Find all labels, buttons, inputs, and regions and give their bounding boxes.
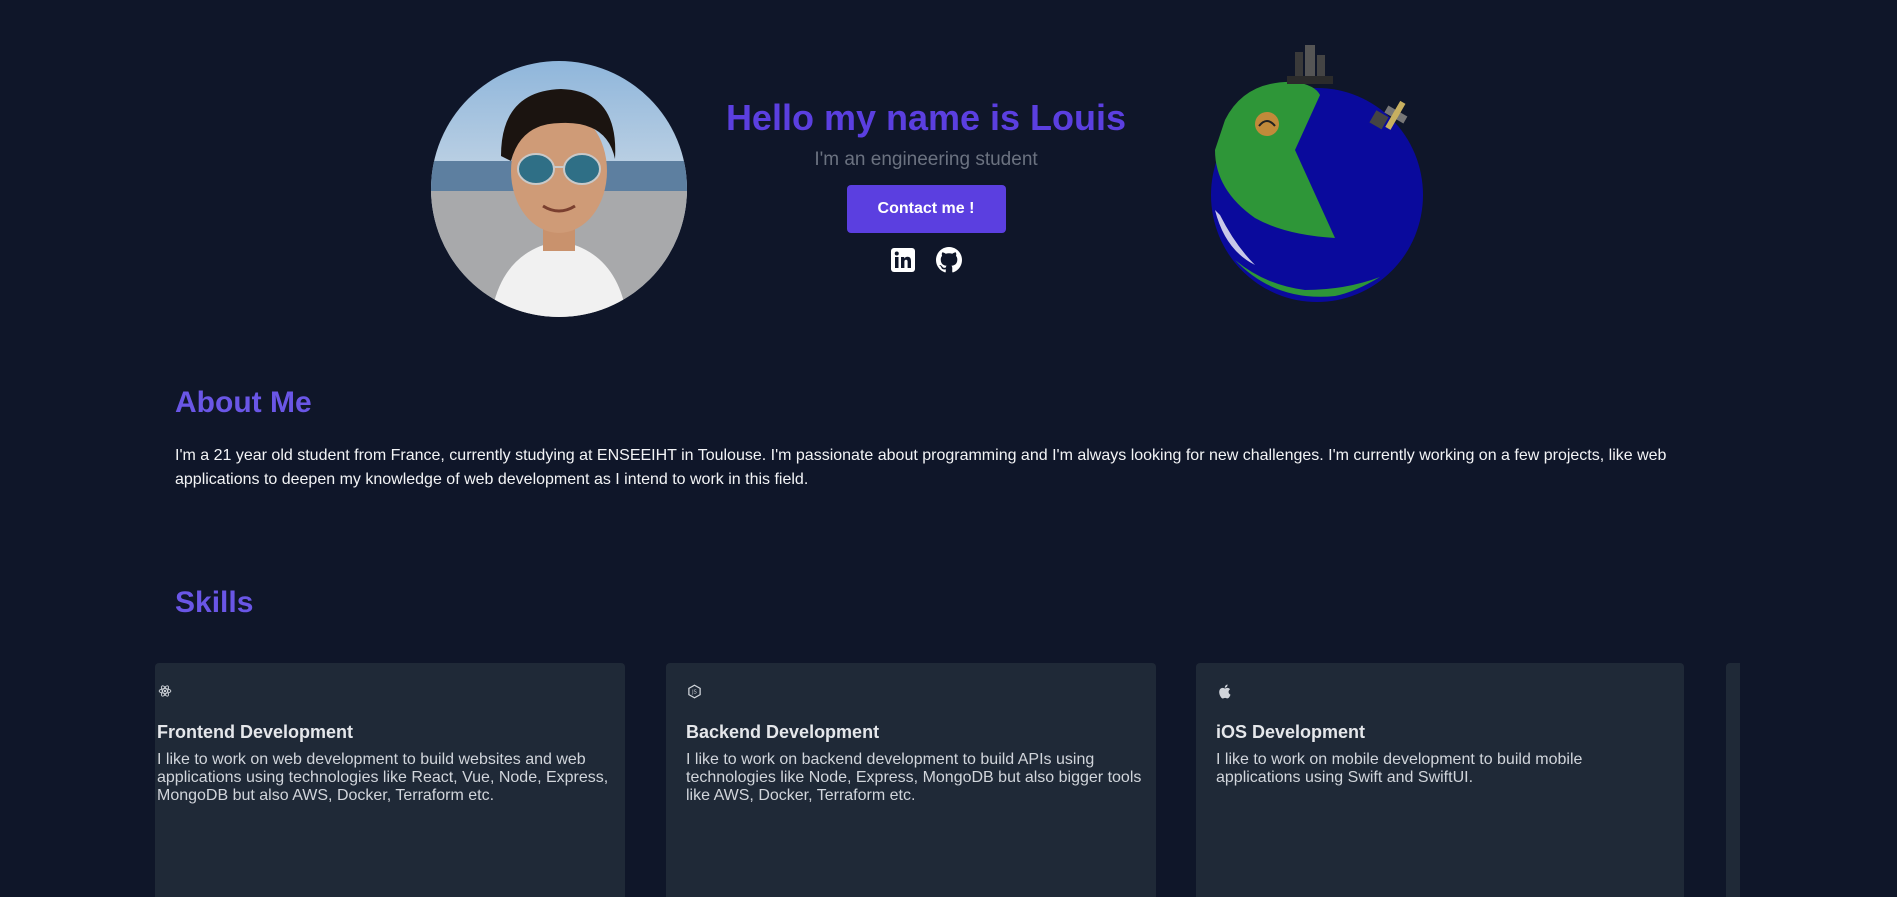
hero-title: Hello my name is Louis: [725, 97, 1127, 138]
skill-card-partial[interactable]: [1726, 663, 1740, 897]
svg-text:JS: JS: [691, 689, 697, 695]
portfolio-page: Hello my name is Louis I'm an engineerin…: [0, 0, 1897, 897]
hero-subtitle: I'm an engineering student: [814, 149, 1038, 170]
apple-icon: [1216, 683, 1232, 699]
card-description: I like to work on backend development to…: [686, 751, 1142, 804]
skills-title: Skills: [175, 586, 254, 619]
about-title: About Me: [175, 386, 312, 419]
card-description: I like to work on mobile development to …: [1216, 751, 1583, 786]
globe-illustration[interactable]: [1195, 40, 1445, 310]
social-links: [700, 247, 1152, 273]
linkedin-icon[interactable]: [890, 247, 916, 273]
card-title: Frontend Development: [157, 722, 354, 742]
card-description: I like to work on web development to bui…: [157, 751, 609, 804]
react-icon: [157, 683, 173, 699]
card-title: iOS Development: [1216, 722, 1366, 742]
profile-photo: [431, 61, 687, 317]
github-icon[interactable]: [936, 247, 962, 273]
about-text: I'm a 21 year old student from France, c…: [175, 447, 1667, 488]
nodejs-icon: JS: [686, 683, 702, 699]
skill-card-ios[interactable]: iOS Development I like to work on mobile…: [1196, 663, 1684, 897]
contact-button[interactable]: Contact me !: [846, 185, 1006, 233]
skill-card-frontend[interactable]: Frontend Development I like to work on w…: [155, 663, 625, 897]
skill-card-backend[interactable]: JS Backend Development I like to work on…: [666, 663, 1156, 897]
hero-section: Hello my name is Louis I'm an engineerin…: [700, 96, 1152, 273]
card-title: Backend Development: [686, 722, 880, 742]
